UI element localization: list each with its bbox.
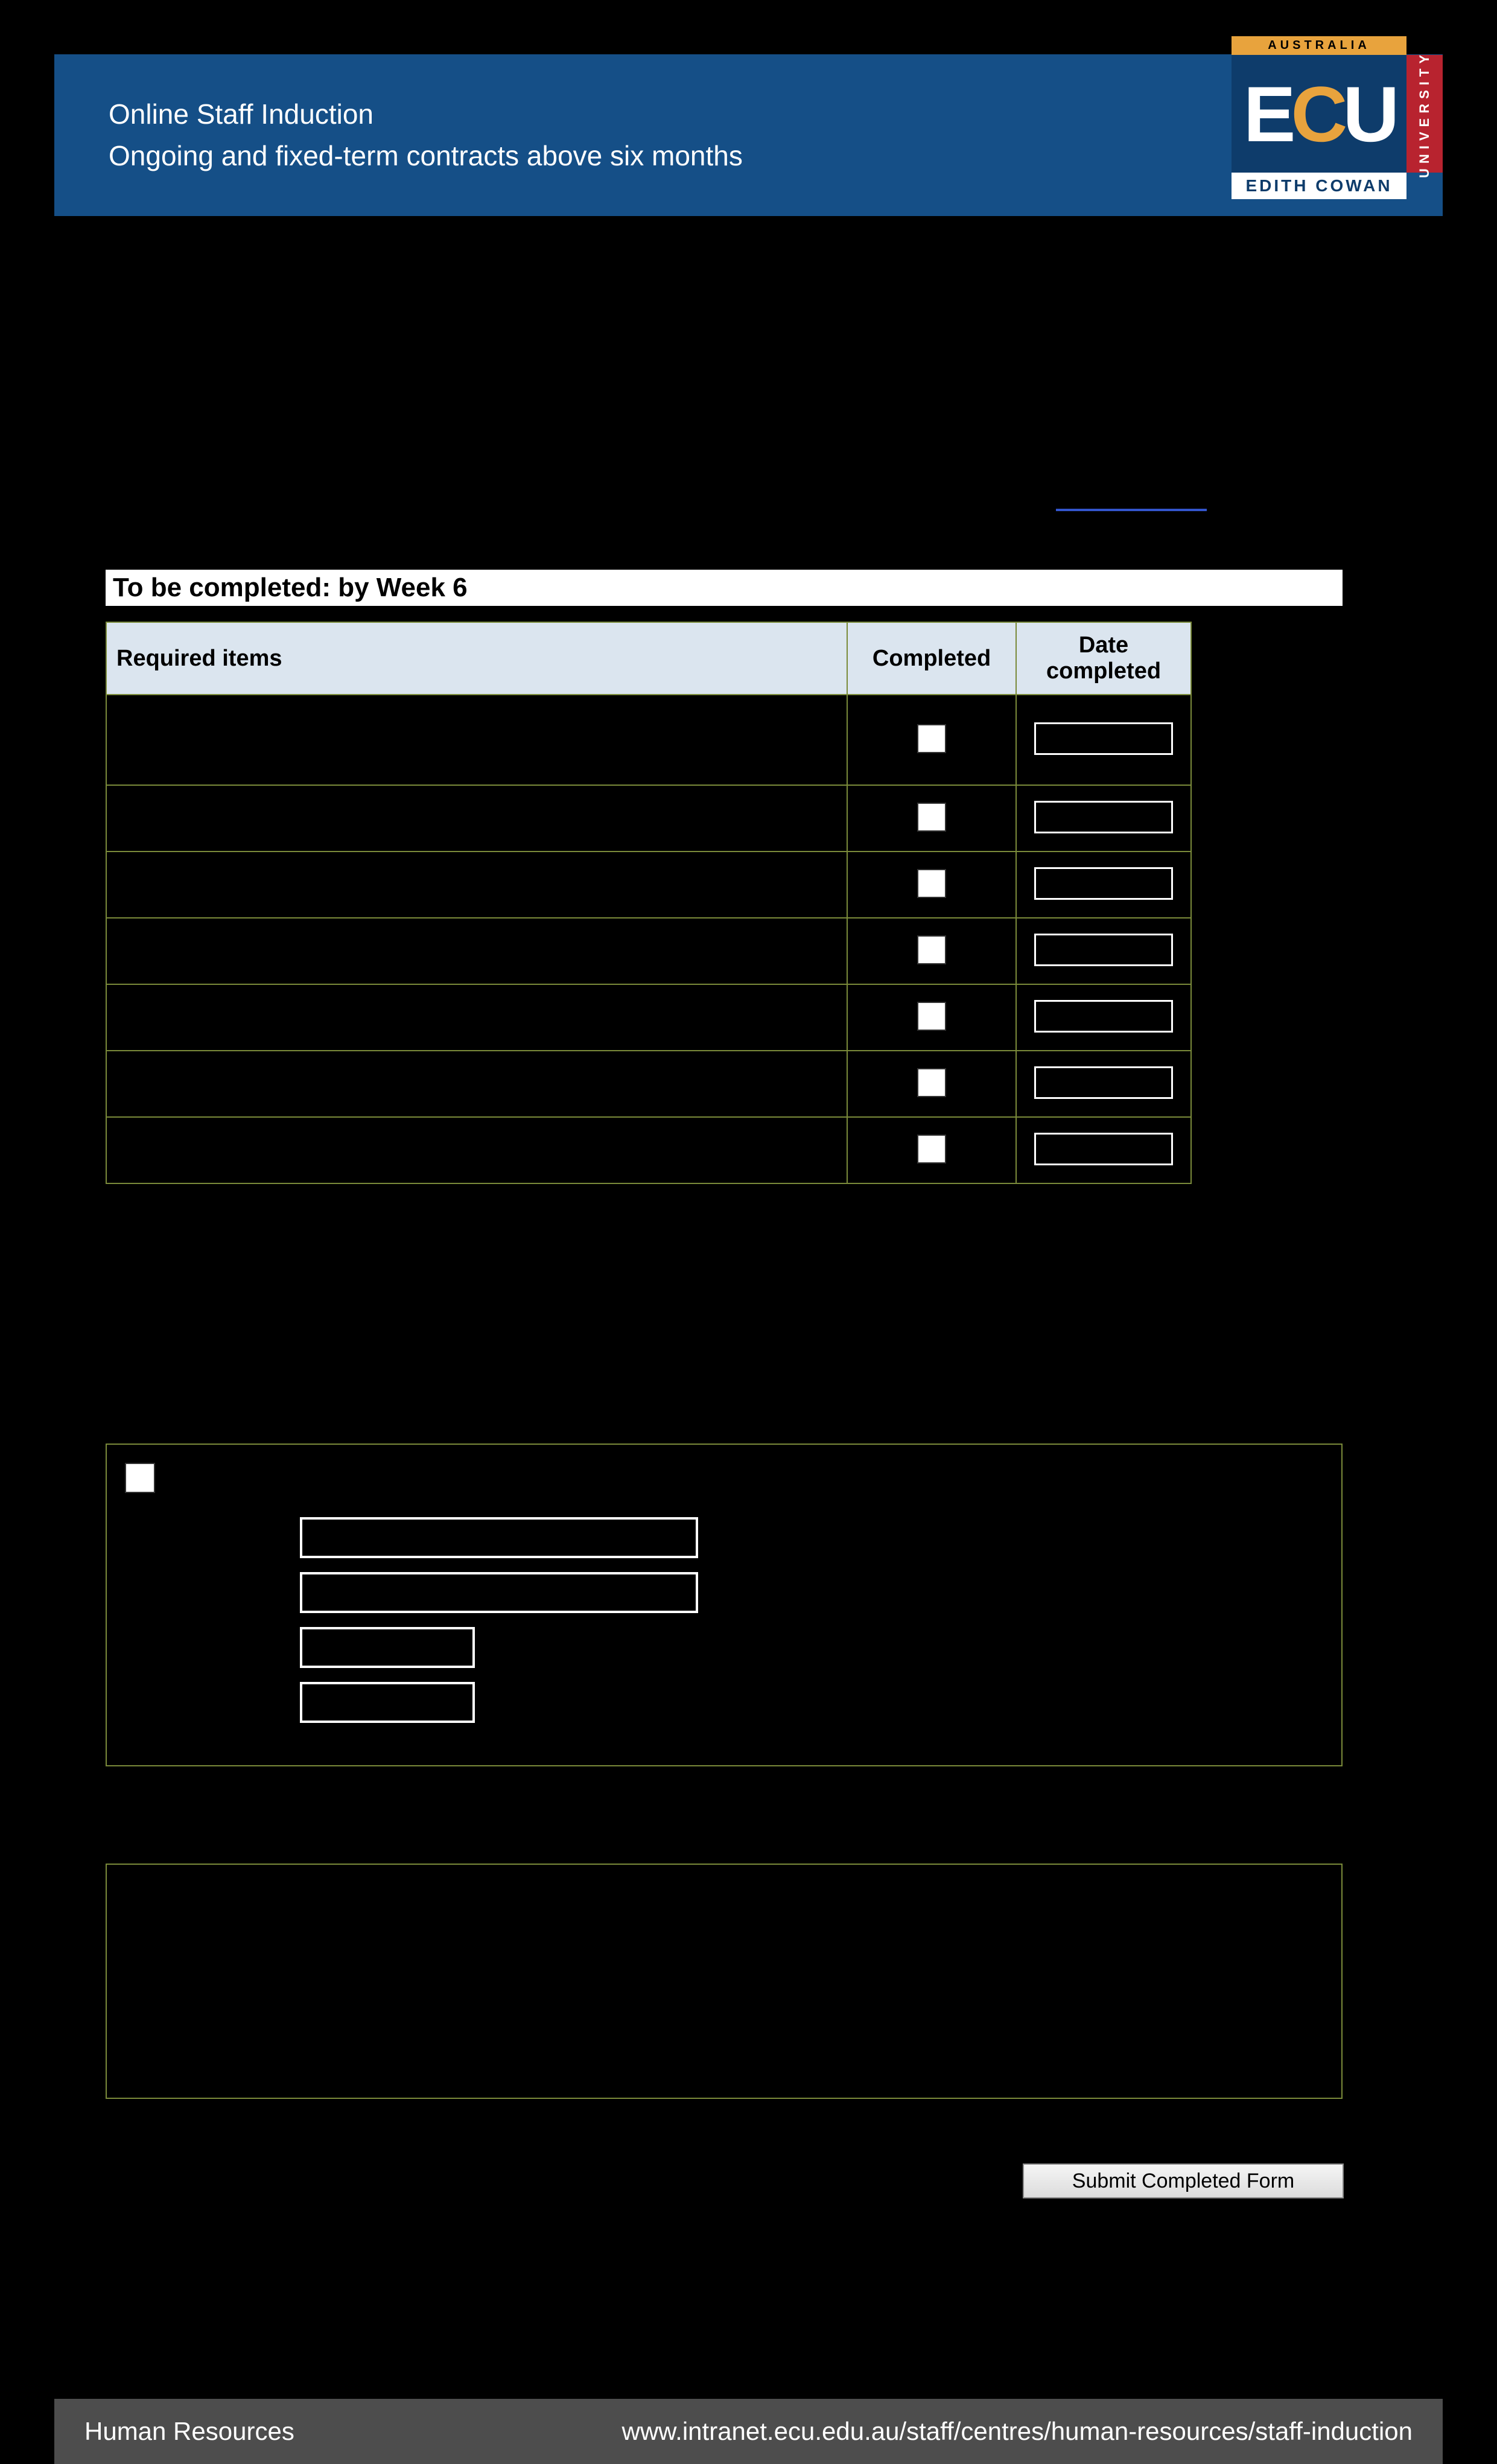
ecu-logo: AUSTRALIA ECU UNIVERSITY EDITH COWAN bbox=[1232, 36, 1443, 202]
signoff-date-row bbox=[300, 1682, 1323, 1726]
completed-cell bbox=[847, 695, 1016, 785]
date-input[interactable] bbox=[1034, 801, 1173, 833]
signoff-signature-row bbox=[300, 1572, 1323, 1616]
footer-right-url: www.intranet.ecu.edu.au/staff/centres/hu… bbox=[622, 2417, 1413, 2446]
logo-main: ECU UNIVERSITY bbox=[1232, 55, 1443, 173]
logo-university-strip: UNIVERSITY bbox=[1406, 55, 1443, 173]
completed-cell bbox=[847, 984, 1016, 1051]
signoff-date-input[interactable] bbox=[300, 1682, 475, 1723]
table-row bbox=[106, 785, 1191, 852]
completed-cell bbox=[847, 785, 1016, 852]
table-row bbox=[106, 918, 1191, 984]
completed-cell bbox=[847, 918, 1016, 984]
section-heading-bar: To be completed: by Week 6 bbox=[106, 570, 1343, 606]
checkbox-input[interactable] bbox=[917, 803, 946, 832]
comments-box[interactable] bbox=[106, 1864, 1343, 2099]
date-cell bbox=[1016, 852, 1191, 918]
logo-ecu-block: ECU bbox=[1232, 55, 1406, 173]
hyperlink-underline[interactable] bbox=[1056, 509, 1207, 511]
date-input[interactable] bbox=[1034, 1000, 1173, 1033]
logo-ecu-text: ECU bbox=[1244, 69, 1395, 159]
date-cell bbox=[1016, 695, 1191, 785]
table-row bbox=[106, 1117, 1191, 1183]
date-cell bbox=[1016, 918, 1191, 984]
date-input[interactable] bbox=[1034, 934, 1173, 966]
section-heading-text: To be completed: by Week 6 bbox=[113, 573, 468, 603]
signature-input[interactable] bbox=[300, 1572, 698, 1613]
column-header-required: Required items bbox=[106, 622, 847, 695]
date-cell bbox=[1016, 785, 1191, 852]
completed-cell bbox=[847, 1117, 1016, 1183]
logo-australia-banner: AUSTRALIA bbox=[1232, 36, 1406, 55]
checkbox-input[interactable] bbox=[917, 1002, 946, 1031]
submit-button-label: Submit Completed Form bbox=[1072, 2170, 1294, 2193]
name-input[interactable] bbox=[300, 1517, 698, 1558]
required-item-cell bbox=[106, 852, 847, 918]
header-title-line1: Online Staff Induction bbox=[109, 94, 743, 135]
date-input[interactable] bbox=[1034, 1133, 1173, 1165]
signoff-staffno-row bbox=[300, 1627, 1323, 1671]
required-item-cell bbox=[106, 1117, 847, 1183]
date-cell bbox=[1016, 1117, 1191, 1183]
table-row bbox=[106, 852, 1191, 918]
column-header-completed: Completed bbox=[847, 622, 1016, 695]
signoff-checkbox[interactable] bbox=[125, 1463, 155, 1493]
required-item-cell bbox=[106, 695, 847, 785]
staff-number-input[interactable] bbox=[300, 1627, 475, 1668]
required-item-cell bbox=[106, 785, 847, 852]
footer-bar: Human Resources www.intranet.ecu.edu.au/… bbox=[54, 2399, 1443, 2464]
date-cell bbox=[1016, 984, 1191, 1051]
table-row bbox=[106, 695, 1191, 785]
date-input[interactable] bbox=[1034, 867, 1173, 900]
table-row bbox=[106, 1051, 1191, 1117]
header-text: Online Staff Induction Ongoing and fixed… bbox=[109, 94, 743, 177]
logo-edith-cowan: EDITH COWAN bbox=[1232, 173, 1406, 199]
date-cell bbox=[1016, 1051, 1191, 1117]
checkbox-input[interactable] bbox=[917, 1068, 946, 1097]
signoff-section bbox=[106, 1444, 1343, 1766]
column-header-date: Date completed bbox=[1016, 622, 1191, 695]
completed-cell bbox=[847, 1051, 1016, 1117]
signoff-name-row bbox=[300, 1517, 1323, 1561]
date-input[interactable] bbox=[1034, 722, 1173, 755]
required-item-cell bbox=[106, 1051, 847, 1117]
checkbox-input[interactable] bbox=[917, 724, 946, 753]
header-title-line2: Ongoing and fixed-term contracts above s… bbox=[109, 135, 743, 177]
checkbox-input[interactable] bbox=[917, 1135, 946, 1164]
footer-left-text: Human Resources bbox=[84, 2417, 294, 2446]
checkbox-input[interactable] bbox=[917, 869, 946, 898]
table-row bbox=[106, 984, 1191, 1051]
checklist-table: Required items Completed Date completed bbox=[106, 622, 1192, 1184]
checkbox-input[interactable] bbox=[917, 935, 946, 964]
date-input[interactable] bbox=[1034, 1066, 1173, 1099]
required-item-cell bbox=[106, 984, 847, 1051]
required-item-cell bbox=[106, 918, 847, 984]
completed-cell bbox=[847, 852, 1016, 918]
submit-button[interactable]: Submit Completed Form bbox=[1023, 2163, 1344, 2198]
